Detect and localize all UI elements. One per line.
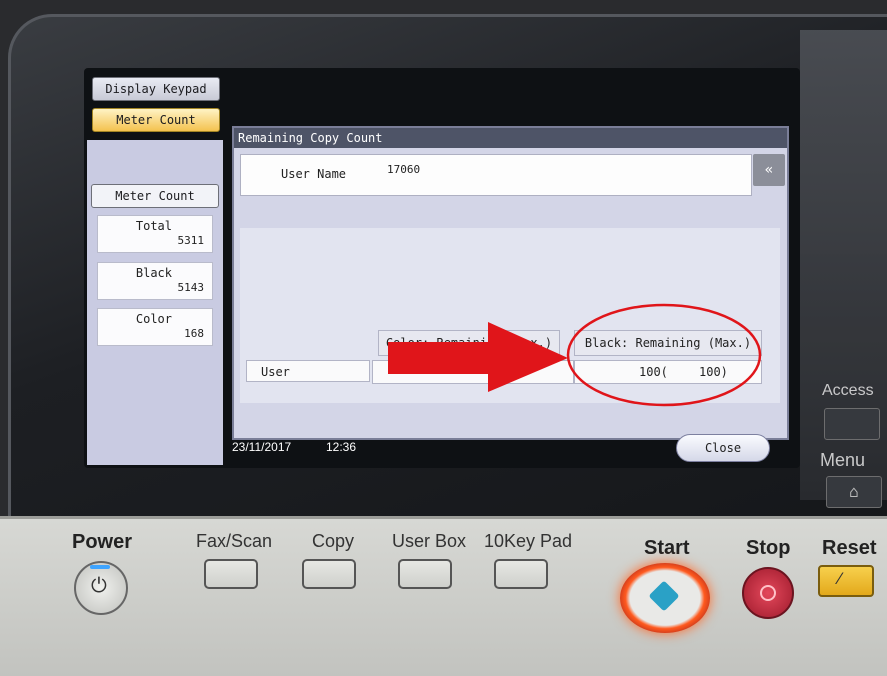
user-name-label: User Name (281, 167, 347, 181)
date-display: 23/11/2017 (232, 440, 292, 454)
user-box-label: User Box (392, 531, 467, 551)
fax-scan-label: Fax/Scan (196, 531, 273, 551)
close-button[interactable]: Close (676, 434, 770, 462)
user-box-button[interactable] (398, 559, 452, 589)
power-label: Power (72, 531, 133, 553)
reset-icon: ⁄ (838, 569, 841, 588)
collapse-button[interactable]: « (753, 154, 785, 186)
stop-button[interactable] (742, 567, 794, 619)
total-meter: Total 5311 (97, 215, 213, 253)
meter-count-header: Meter Count (91, 184, 219, 208)
color-meter: Color 168 (97, 308, 213, 346)
stop-label: Stop (746, 537, 791, 559)
total-label: Total (135, 219, 172, 233)
copy-count-table: Color: Remaining (Max.) Black: Remaining… (240, 228, 780, 403)
black-remaining-value: 100( (639, 365, 668, 379)
total-value: 5311 (177, 234, 205, 247)
user-row-label: User (246, 360, 370, 382)
tenkey-label: 10Key Pad (484, 531, 573, 551)
access-label: Access (822, 382, 874, 399)
reset-label: Reset (822, 537, 877, 559)
reset-button[interactable]: ⁄ (818, 565, 874, 597)
start-button[interactable] (620, 563, 710, 633)
hardware-keypad: Power ⏻ Fax/Scan Copy User Box 10Key Pad… (0, 516, 887, 676)
power-indicator (90, 565, 110, 569)
power-button[interactable]: ⏻ (74, 561, 128, 615)
copy-button[interactable] (302, 559, 356, 589)
meter-count-panel: Meter Count Total 5311 Black 5143 Color … (87, 140, 223, 465)
display-keypad-button[interactable]: Display Keypad (92, 77, 220, 101)
user-name-value: 17060 (387, 163, 421, 176)
menu-label: Menu (820, 450, 866, 470)
black-label: Black (135, 266, 172, 280)
black-max-value: 100) (699, 365, 728, 379)
menu-button[interactable]: ⌂ (826, 476, 882, 508)
time-display: 12:36 (326, 440, 357, 454)
black-meter: Black 5143 (97, 262, 213, 300)
color-value: 168 (184, 327, 204, 340)
tenkey-button[interactable] (494, 559, 548, 589)
user-row-label-text: User (261, 365, 290, 379)
dialog-title: Remaining Copy Count (234, 128, 787, 148)
fax-scan-button[interactable] (204, 559, 258, 589)
side-panel: Access Menu ⌂ (800, 30, 887, 508)
access-button[interactable] (824, 408, 880, 440)
stop-icon (760, 585, 776, 601)
double-chevron-left-icon: « (764, 162, 774, 178)
color-remaining-header: Color: Remaining (Max.) (378, 330, 560, 356)
meter-count-tab[interactable]: Meter Count (92, 108, 220, 132)
user-name-row: User Name 17060 (240, 154, 752, 196)
black-value: 5143 (177, 281, 205, 294)
copy-label: Copy (312, 531, 355, 551)
color-remaining-cell (372, 360, 574, 384)
start-label: Start (644, 537, 690, 559)
black-remaining-header: Black: Remaining (Max.) (574, 330, 762, 356)
color-label: Color (135, 312, 172, 326)
black-remaining-cell: 100( 100) (574, 360, 762, 384)
home-icon: ⌂ (849, 482, 859, 501)
power-icon: ⏻ (91, 573, 107, 597)
start-icon (648, 580, 680, 612)
remaining-copy-count-dialog: Remaining Copy Count User Name 17060 « C… (232, 126, 789, 440)
